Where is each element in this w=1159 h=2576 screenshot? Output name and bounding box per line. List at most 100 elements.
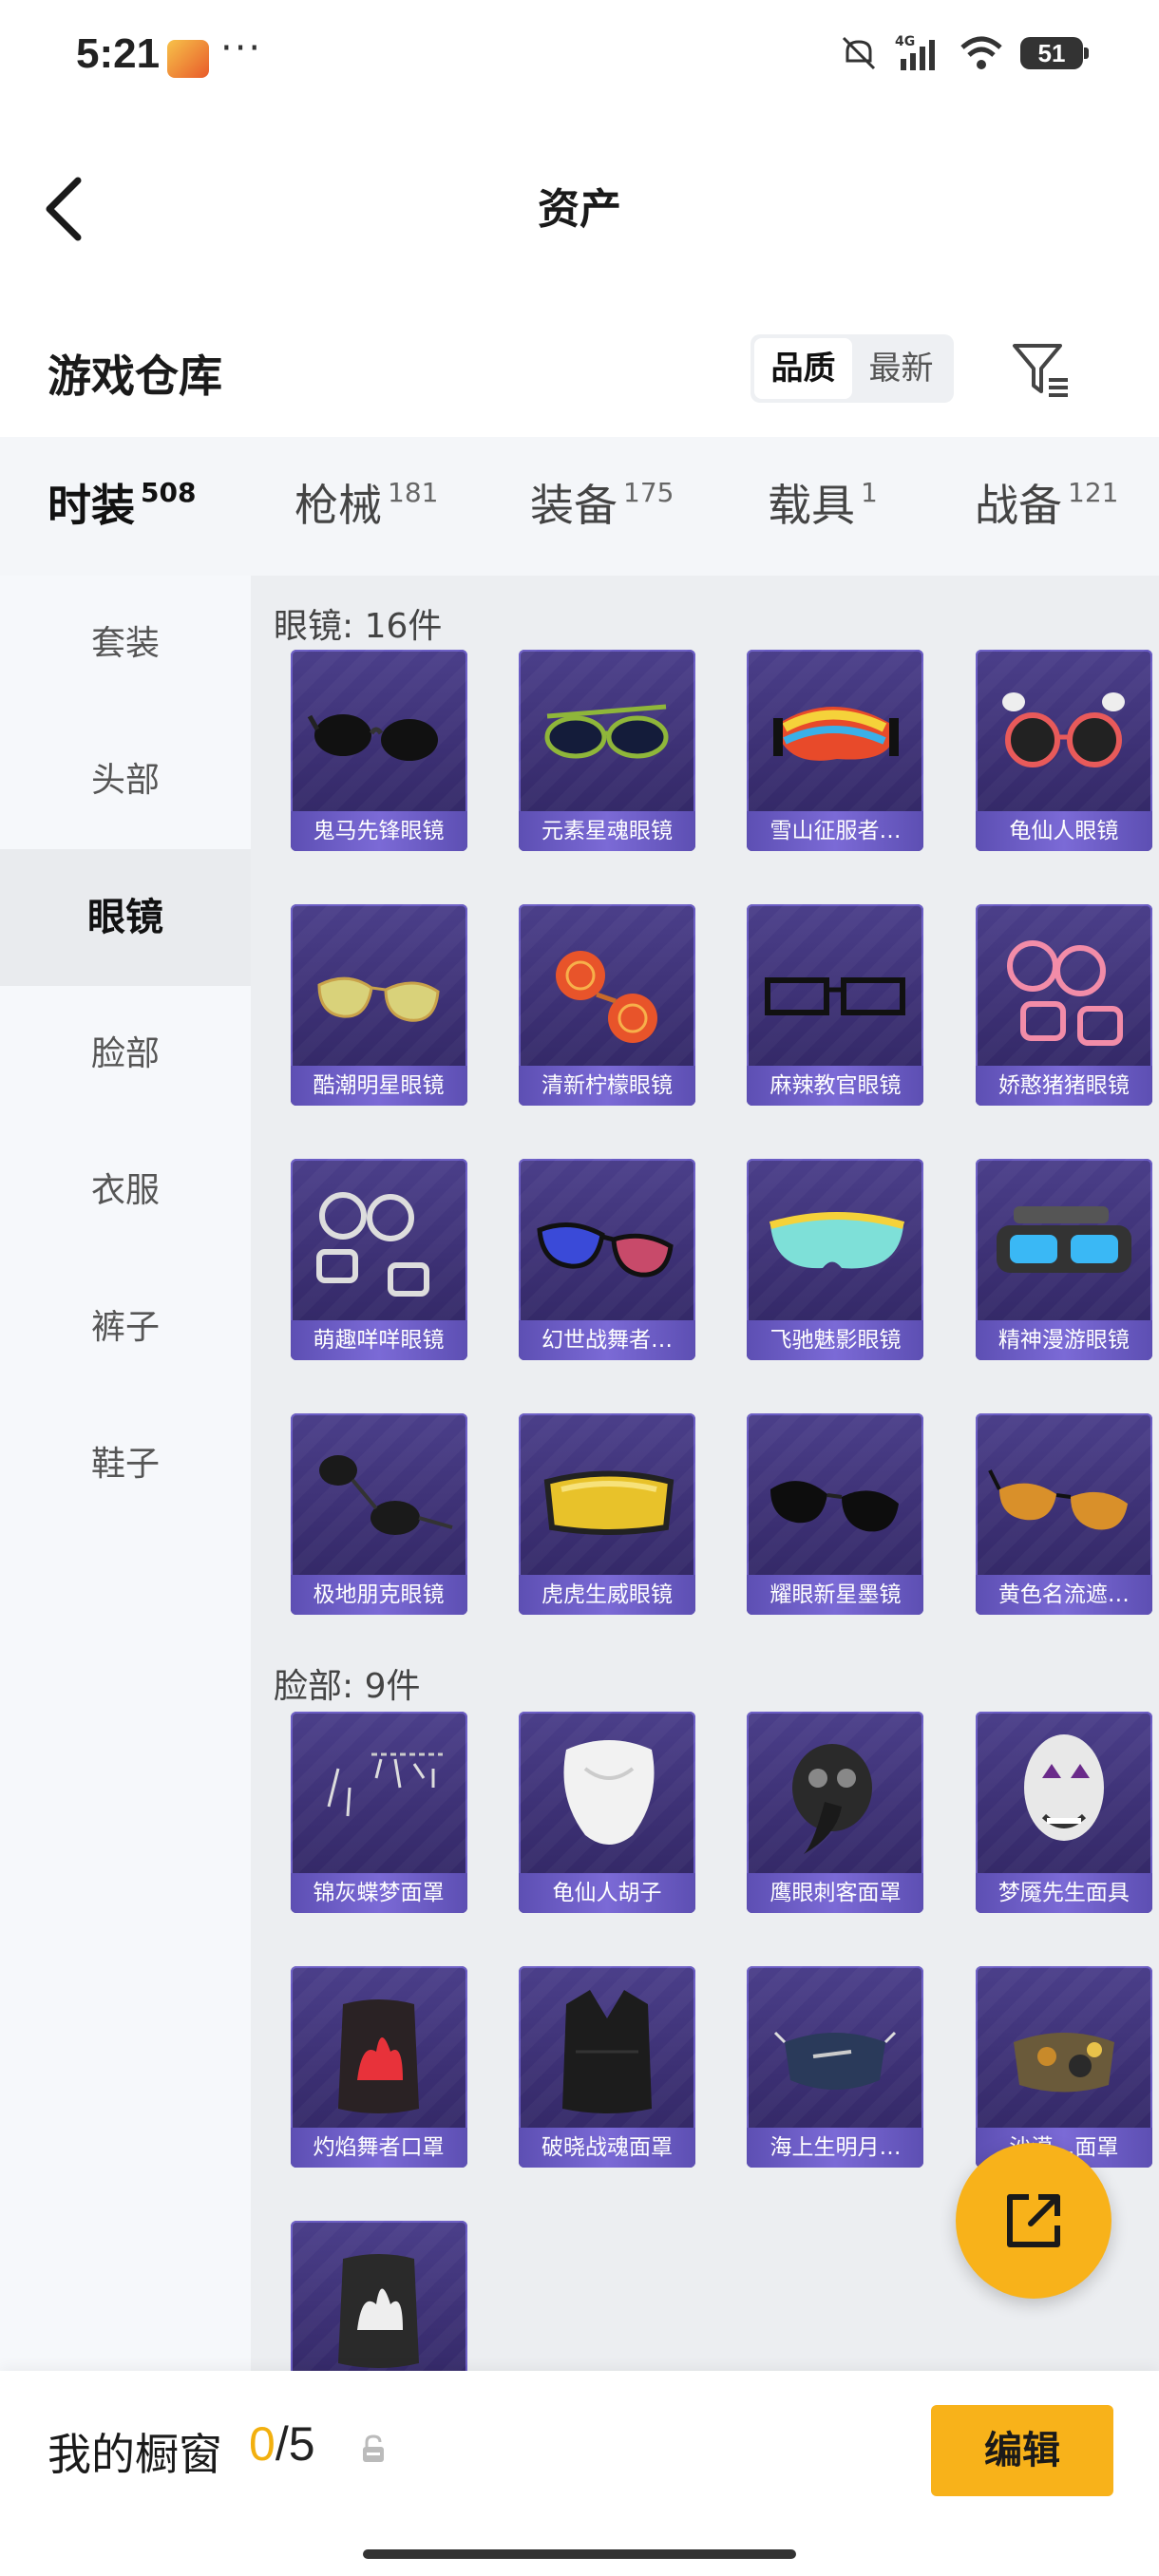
- tab-label: 载具: [768, 480, 855, 531]
- item-card[interactable]: 雪山征服者…: [747, 650, 924, 851]
- showcase-label: 我的橱窗: [48, 2429, 222, 2480]
- share-icon: [1007, 2194, 1060, 2247]
- tab-guns[interactable]: 枪械 181: [294, 471, 438, 534]
- item-card[interactable]: 萌趣咩咩眼镜: [290, 1159, 467, 1361]
- tab-combat-supplies[interactable]: 战备 121: [975, 471, 1118, 534]
- sort-quality-button[interactable]: 品质: [754, 338, 852, 399]
- nav-item-head[interactable]: 头部: [0, 712, 251, 849]
- item-image: [976, 650, 1152, 813]
- item-image: [291, 2221, 467, 2380]
- nav-item-pants[interactable]: 裤子: [0, 1260, 251, 1396]
- showcase-count: 0/5: [249, 2416, 315, 2472]
- item-image: [747, 1712, 923, 1875]
- edit-button[interactable]: 编辑: [931, 2405, 1113, 2496]
- item-name: 黄色名流遮…: [975, 1575, 1152, 1616]
- showcase-total: /5: [275, 2417, 315, 2471]
- item-name: 破晓战魂面罩: [518, 2128, 695, 2169]
- battery-icon: 51: [1020, 37, 1089, 69]
- item-card[interactable]: 麻辣教官眼镜: [747, 904, 924, 1107]
- item-card[interactable]: 龟仙人胡子: [518, 1712, 695, 1913]
- tab-label: 枪械: [294, 480, 382, 531]
- item-name: 娇憨猪猪眼镜: [975, 1066, 1152, 1107]
- nav-item-face[interactable]: 脸部: [0, 986, 251, 1123]
- sort-newest-button[interactable]: 最新: [852, 338, 950, 399]
- item-card[interactable]: 海上生明月…: [747, 1966, 924, 2169]
- item-image: [291, 1712, 467, 1875]
- nav-item-glasses[interactable]: 眼镜: [0, 849, 251, 986]
- wifi-icon: [960, 36, 1002, 69]
- lock-icon: [363, 2434, 384, 2462]
- item-card[interactable]: 沙漠…面罩: [975, 1966, 1152, 2169]
- item-image: [747, 1159, 923, 1322]
- status-bar: 5:21 ··· 4G 51: [0, 0, 1159, 114]
- item-name: 雪山征服者…: [747, 811, 924, 851]
- item-card[interactable]: 灼焰舞者口罩: [290, 1966, 467, 2169]
- item-card[interactable]: 幻世战舞者…: [518, 1159, 695, 1361]
- item-card[interactable]: 虎虎生威眼镜: [518, 1413, 695, 1616]
- item-image: [747, 904, 923, 1068]
- warehouse-row: 游戏仓库 品质 最新: [0, 313, 1159, 427]
- item-card[interactable]: 极地朋克眼镜: [290, 1413, 467, 1616]
- item-image: [291, 1966, 467, 2130]
- showcase-bar: 我的橱窗 0/5 编辑: [0, 2371, 1159, 2576]
- item-name: 龟仙人眼镜: [975, 811, 1152, 851]
- item-name: 精神漫游眼镜: [975, 1320, 1152, 1361]
- item-card[interactable]: 精神漫游眼镜: [975, 1159, 1152, 1361]
- item-card[interactable]: [290, 2221, 467, 2380]
- filter-icon[interactable]: [1007, 334, 1075, 403]
- item-image: [519, 1413, 695, 1577]
- tab-vehicles[interactable]: 载具 1: [768, 471, 878, 534]
- item-name: 萌趣咩咩眼镜: [290, 1320, 467, 1361]
- item-name: 幻世战舞者…: [518, 1320, 695, 1361]
- item-card[interactable]: 龟仙人眼镜: [975, 650, 1152, 851]
- item-card[interactable]: 元素星魂眼镜: [518, 650, 695, 851]
- home-indicator: [363, 2549, 796, 2559]
- item-card[interactable]: 鹰眼刺客面罩: [747, 1712, 924, 1913]
- item-image: [519, 1712, 695, 1875]
- item-name: 麻辣教官眼镜: [747, 1066, 924, 1107]
- item-image: [291, 650, 467, 813]
- app-notification-icon: [167, 40, 209, 78]
- item-image: [747, 1413, 923, 1577]
- item-card[interactable]: 耀眼新星墨镜: [747, 1413, 924, 1616]
- tab-equipment[interactable]: 装备 175: [530, 471, 674, 534]
- tab-count: 181: [388, 477, 439, 508]
- item-name: 鹰眼刺客面罩: [747, 1873, 924, 1913]
- top-header: 资产: [0, 133, 1159, 275]
- nav-item-shoes[interactable]: 鞋子: [0, 1396, 251, 1533]
- item-grid-area: 眼镜: 16件 鬼马先锋眼镜 元素星魂眼镜 雪山征服者… 龟仙人眼镜 酷潮明星眼镜 清新柠…: [251, 576, 1159, 2380]
- item-name: 梦魇先生面具: [975, 1873, 1152, 1913]
- item-card[interactable]: 锦灰蝶梦面罩: [290, 1712, 467, 1913]
- item-image: [976, 904, 1152, 1068]
- share-button[interactable]: [956, 2143, 1112, 2299]
- item-name: 锦灰蝶梦面罩: [290, 1873, 467, 1913]
- tab-label: 装备: [530, 480, 618, 531]
- item-card[interactable]: 梦魇先生面具: [975, 1712, 1152, 1913]
- item-card[interactable]: 娇憨猪猪眼镜: [975, 904, 1152, 1107]
- warehouse-title: 游戏仓库: [48, 350, 222, 402]
- clock: 5:21: [76, 30, 161, 77]
- signal-icon: 4G: [895, 34, 935, 70]
- item-name: 清新柠檬眼镜: [518, 1066, 695, 1107]
- item-name: 灼焰舞者口罩: [290, 2128, 467, 2169]
- item-card[interactable]: 飞驰魅影眼镜: [747, 1159, 924, 1361]
- nav-item-outfits[interactable]: 套装: [0, 576, 251, 712]
- item-name: 极地朋克眼镜: [290, 1575, 467, 1616]
- item-name: 耀眼新星墨镜: [747, 1575, 924, 1616]
- nav-item-clothes[interactable]: 衣服: [0, 1123, 251, 1260]
- tab-count: 175: [623, 477, 674, 508]
- item-card[interactable]: 鬼马先锋眼镜: [290, 650, 467, 851]
- item-card[interactable]: 酷潮明星眼镜: [290, 904, 467, 1107]
- item-name: 元素星魂眼镜: [518, 811, 695, 851]
- tab-count: 1: [861, 477, 878, 508]
- item-image: [519, 650, 695, 813]
- item-card[interactable]: 清新柠檬眼镜: [518, 904, 695, 1107]
- item-image: [976, 1712, 1152, 1875]
- item-card[interactable]: 破晓战魂面罩: [518, 1966, 695, 2169]
- tab-fashion[interactable]: 时装 508: [48, 471, 196, 583]
- item-card[interactable]: 黄色名流遮…: [975, 1413, 1152, 1616]
- item-name: 鬼马先锋眼镜: [290, 811, 467, 851]
- section-title-face: 脸部: 9件: [274, 1667, 421, 1706]
- item-image: [747, 1966, 923, 2130]
- mute-icon: [842, 36, 876, 70]
